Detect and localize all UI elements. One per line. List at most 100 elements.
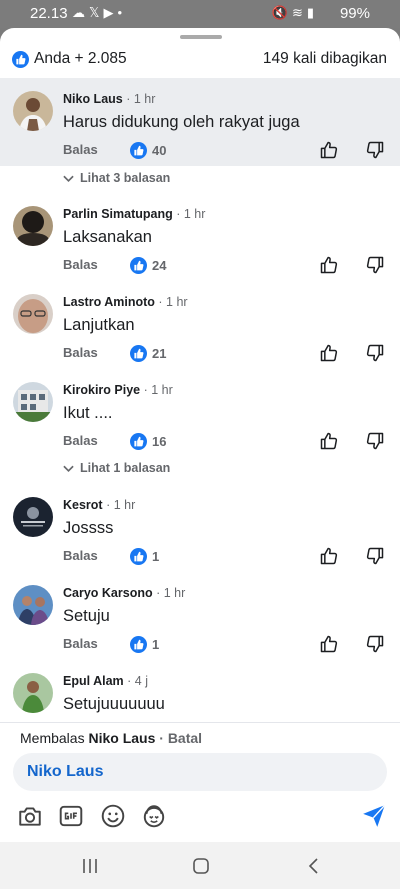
comment-author: Parlin Simatupang · 1 hr: [63, 207, 205, 221]
view-replies-label: Lihat 1 balasan: [80, 461, 171, 475]
comment-text: Ikut ....: [63, 404, 113, 422]
author-name[interactable]: Lastro Aminoto: [63, 295, 155, 309]
avatar[interactable]: [13, 206, 53, 246]
thumbs-down-icon[interactable]: [365, 431, 385, 451]
recent-apps-icon[interactable]: [80, 856, 100, 876]
like-number: 1: [152, 549, 160, 564]
camera-icon[interactable]: [17, 803, 43, 829]
comments-sheet: Anda + 2.085 149 kali dibagikan Niko Lau…: [0, 28, 400, 842]
like-icon: [130, 257, 147, 274]
comment-time: · 1 hr: [172, 207, 206, 221]
comment-text: Jossss: [63, 519, 114, 537]
emoji-icon[interactable]: [100, 803, 126, 829]
gif-icon[interactable]: [58, 803, 84, 829]
comment: Parlin Simatupang · 1 hr Laksanakan Bala…: [0, 196, 400, 284]
system-nav-bar: [0, 842, 400, 889]
home-icon[interactable]: [191, 856, 211, 876]
share-count[interactable]: 149 kali dibagikan: [263, 50, 387, 68]
reply-button[interactable]: Balas: [63, 548, 98, 563]
avatar[interactable]: [13, 382, 53, 422]
chevron-down-icon: [63, 175, 74, 183]
author-name[interactable]: Caryo Karsono: [63, 586, 153, 600]
system-icons: 🔇≋▮: [272, 5, 318, 21]
signal-icon: ▮: [306, 5, 318, 20]
avatar[interactable]: [13, 497, 53, 537]
reply-composer: Membalas Niko Laus · Batal Niko Laus: [0, 722, 400, 842]
notification-icons: ☁𝕏▶•: [72, 5, 126, 21]
mention-tag: Niko Laus: [27, 763, 104, 780]
thumbs-down-icon[interactable]: [365, 343, 385, 363]
like-icon: [130, 636, 147, 653]
send-icon[interactable]: [361, 803, 387, 829]
like-number: 40: [152, 143, 167, 158]
comment-input[interactable]: Niko Laus: [13, 753, 387, 791]
comment: Niko Laus · 1 hr Harus didukung oleh rak…: [0, 78, 400, 166]
wifi-icon: ≋: [291, 5, 307, 20]
thumbs-up-icon[interactable]: [319, 343, 339, 363]
author-name[interactable]: Parlin Simatupang: [63, 207, 173, 221]
comment-author: Niko Laus · 1 hr: [63, 92, 155, 106]
comment: Kirokiro Piye · 1 hr Ikut .... Balas 16: [0, 372, 400, 460]
reply-button[interactable]: Balas: [63, 345, 98, 360]
like-icon: [12, 51, 29, 68]
comment: Caryo Karsono · 1 hr Setuju Balas 1: [0, 575, 400, 663]
comment: Epul Alam · 4 j Setujuuuuuuu: [0, 663, 400, 723]
comment-time: · 1 hr: [122, 92, 156, 106]
dot-icon: •: [117, 5, 127, 20]
comment: Kesrot · 1 hr Jossss Balas 1: [0, 487, 400, 575]
reply-button[interactable]: Balas: [63, 257, 98, 272]
thumbs-up-icon[interactable]: [319, 546, 339, 566]
thumbs-down-icon[interactable]: [365, 255, 385, 275]
x-icon: 𝕏: [89, 5, 104, 20]
comment-time: · 4 j: [123, 674, 148, 688]
avatar[interactable]: [13, 294, 53, 334]
comment-author: Caryo Karsono · 1 hr: [63, 586, 185, 600]
clock: 22.13: [30, 5, 68, 22]
replying-target: Niko Laus: [88, 730, 156, 746]
replying-prefix: Membalas: [20, 730, 89, 746]
thumbs-up-icon[interactable]: [319, 634, 339, 654]
cancel-reply-button[interactable]: · Batal: [155, 730, 202, 746]
back-icon[interactable]: [304, 856, 324, 876]
comment-author: Epul Alam · 4 j: [63, 674, 148, 688]
like-icon: [130, 142, 147, 159]
reactions-header: Anda + 2.085 149 kali dibagikan: [0, 44, 400, 76]
comment-text: Setuju: [63, 607, 110, 625]
author-name[interactable]: Epul Alam: [63, 674, 124, 688]
comment: Lastro Aminoto · 1 hr Lanjutkan Balas 21: [0, 284, 400, 372]
reply-button[interactable]: Balas: [63, 433, 98, 448]
avatar[interactable]: [13, 585, 53, 625]
reactions-count[interactable]: Anda + 2.085: [34, 50, 127, 68]
like-number: 24: [152, 258, 167, 273]
comment-author: Lastro Aminoto · 1 hr: [63, 295, 188, 309]
author-name[interactable]: Kesrot: [63, 498, 103, 512]
youtube-icon: ▶: [103, 5, 118, 20]
author-name[interactable]: Kirokiro Piye: [63, 383, 140, 397]
comment-time: · 1 hr: [152, 586, 186, 600]
view-replies-label: Lihat 3 balasan: [80, 171, 171, 185]
mute-icon: 🔇: [271, 5, 292, 20]
thumbs-down-icon[interactable]: [365, 634, 385, 654]
reply-button[interactable]: Balas: [63, 636, 98, 651]
chevron-down-icon: [63, 465, 74, 473]
comment-text: Setujuuuuuuu: [63, 695, 165, 713]
thumbs-up-icon[interactable]: [319, 431, 339, 451]
like-number: 21: [152, 346, 167, 361]
avatar-sticker-icon[interactable]: [141, 803, 167, 829]
battery-level: 99%: [339, 5, 370, 22]
comment-time: · 1 hr: [140, 383, 173, 397]
comment-author: Kesrot · 1 hr: [63, 498, 135, 512]
avatar[interactable]: [13, 673, 53, 713]
reply-button[interactable]: Balas: [63, 142, 98, 157]
author-name[interactable]: Niko Laus: [63, 92, 123, 106]
thumbs-up-icon[interactable]: [319, 140, 339, 160]
avatar[interactable]: [13, 91, 53, 131]
drag-handle[interactable]: [180, 35, 222, 39]
comment-text: Lanjutkan: [63, 316, 135, 334]
like-icon: [130, 345, 147, 362]
thumbs-down-icon[interactable]: [365, 546, 385, 566]
comment-author: Kirokiro Piye · 1 hr: [63, 383, 173, 397]
thumbs-down-icon[interactable]: [365, 140, 385, 160]
like-number: 16: [152, 434, 167, 449]
thumbs-up-icon[interactable]: [319, 255, 339, 275]
